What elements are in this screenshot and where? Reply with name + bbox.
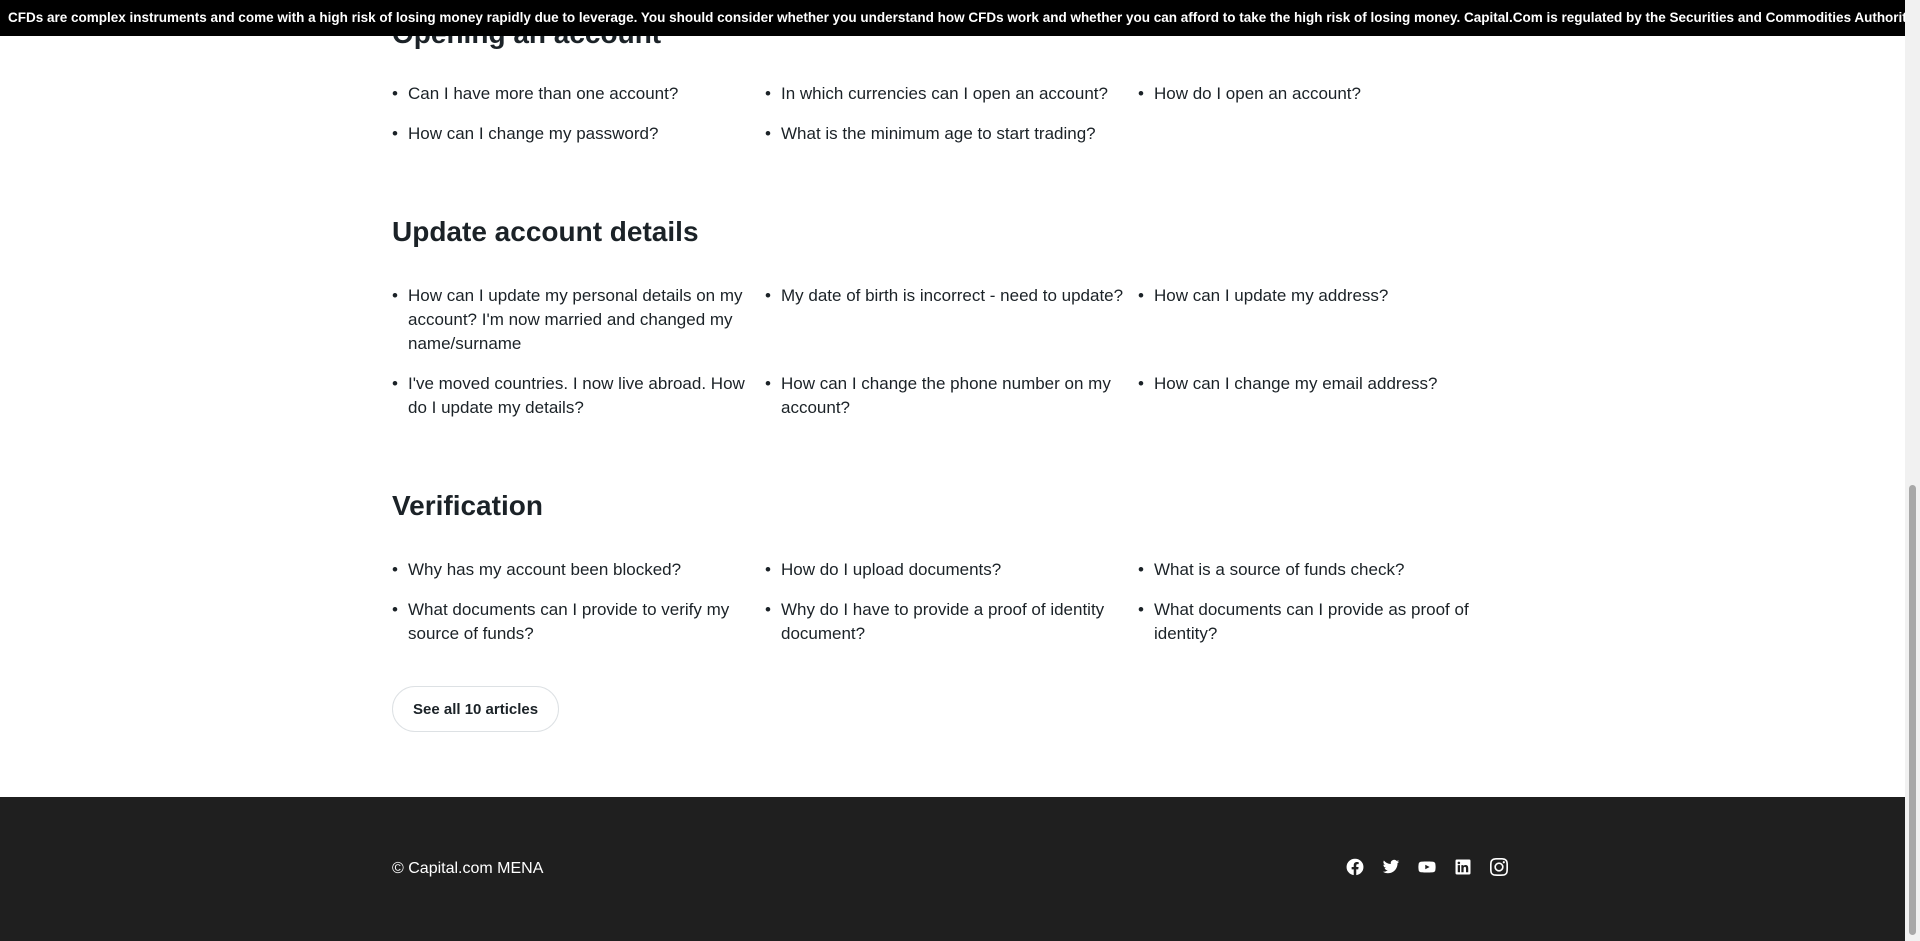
list-item: How do I upload documents? [765, 558, 1138, 582]
list-item: How can I update my personal details on … [392, 284, 765, 356]
list-item: Why do I have to provide a proof of iden… [765, 598, 1138, 646]
article-link[interactable]: Why do I have to provide a proof of iden… [781, 600, 1104, 643]
article-link[interactable]: How can I update my address? [1154, 286, 1388, 305]
scrollbar-thumb[interactable] [1909, 485, 1916, 935]
list-item: How do I open an account? [1138, 82, 1512, 106]
list-item: Why has my account been blocked? [392, 558, 765, 582]
article-link[interactable]: What is the minimum age to start trading… [781, 124, 1096, 143]
section-title: Update account details [392, 216, 699, 247]
list-item: What documents can I provide to verify m… [392, 598, 765, 646]
risk-warning-text: CFDs are complex instruments and come wi… [8, 10, 1905, 25]
list-item: How can I change my email address? [1138, 372, 1512, 420]
article-link[interactable]: How can I change my password? [408, 124, 658, 143]
list-item: Can I have more than one account? [392, 82, 765, 106]
see-all-articles-button[interactable]: See all 10 articles [392, 686, 560, 732]
article-link[interactable]: I've moved countries. I now live abroad.… [408, 374, 745, 417]
article-link[interactable]: My date of birth is incorrect - need to … [781, 286, 1123, 305]
article-list: Why has my account been blocked? How do … [392, 558, 1512, 646]
list-item: How can I change my password? [392, 122, 765, 146]
list-item: How can I update my address? [1138, 284, 1512, 356]
article-list: Can I have more than one account? In whi… [392, 82, 1512, 146]
twitter-icon[interactable] [1381, 857, 1401, 877]
article-link[interactable]: How do I upload documents? [781, 560, 1001, 579]
copyright-text: © Capital.com MENA [392, 860, 544, 877]
youtube-icon[interactable] [1417, 857, 1437, 877]
article-link[interactable]: How can I change the phone number on my … [781, 374, 1111, 417]
page-scrollbar[interactable] [1905, 0, 1920, 941]
list-item: I've moved countries. I now live abroad.… [392, 372, 765, 420]
article-link[interactable]: Why has my account been blocked? [408, 560, 681, 579]
instagram-icon[interactable] [1489, 857, 1509, 877]
footer: © Capital.com MENA [0, 797, 1905, 941]
article-link[interactable]: What is a source of funds check? [1154, 560, 1404, 579]
list-item: In which currencies can I open an accoun… [765, 82, 1138, 106]
section-title: Verification [392, 490, 543, 521]
article-list: How can I update my personal details on … [392, 284, 1512, 420]
facebook-icon[interactable] [1345, 857, 1365, 877]
risk-warning-banner: CFDs are complex instruments and come wi… [0, 0, 1905, 36]
social-links [1345, 857, 1509, 877]
list-item: What is a source of funds check? [1138, 558, 1512, 582]
article-link[interactable]: How can I change my email address? [1154, 374, 1437, 393]
article-link[interactable]: What documents can I provide to verify m… [408, 600, 729, 643]
article-link[interactable]: What documents can I provide as proof of… [1154, 600, 1469, 643]
list-item: How can I change the phone number on my … [765, 372, 1138, 420]
linkedin-icon[interactable] [1453, 857, 1473, 877]
list-item: My date of birth is incorrect - need to … [765, 284, 1138, 356]
article-link[interactable]: In which currencies can I open an accoun… [781, 84, 1108, 103]
article-link[interactable]: How can I update my personal details on … [408, 286, 743, 353]
list-item: What documents can I provide as proof of… [1138, 598, 1512, 646]
list-item: What is the minimum age to start trading… [765, 122, 1138, 146]
article-link[interactable]: Can I have more than one account? [408, 84, 678, 103]
article-link[interactable]: How do I open an account? [1154, 84, 1361, 103]
